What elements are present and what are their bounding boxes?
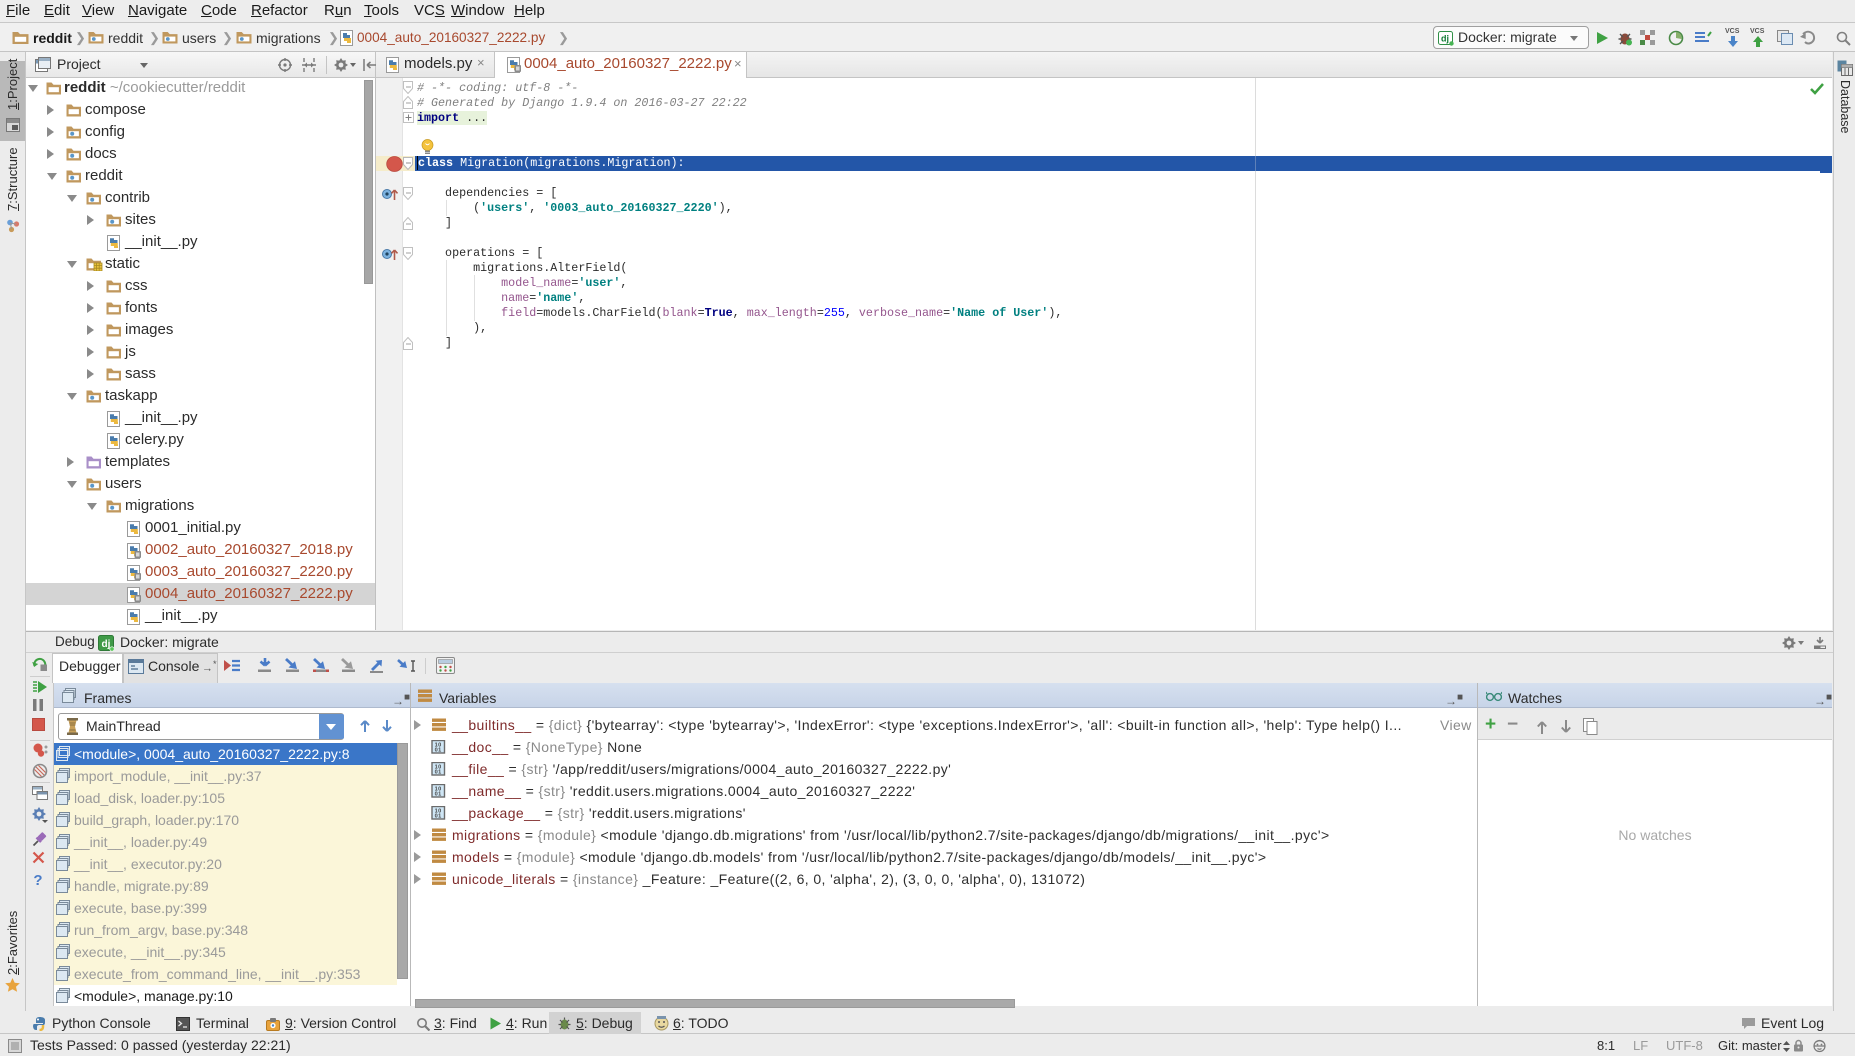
svg-text:dj: dj: [1441, 34, 1449, 44]
svg-text:01: 01: [435, 792, 442, 798]
svg-text:?: ?: [33, 872, 42, 887]
svg-text:01: 01: [435, 814, 442, 820]
svg-text:01: 01: [435, 770, 442, 776]
svg-text:dj: dj: [102, 639, 111, 650]
svg-text:01: 01: [435, 748, 442, 754]
